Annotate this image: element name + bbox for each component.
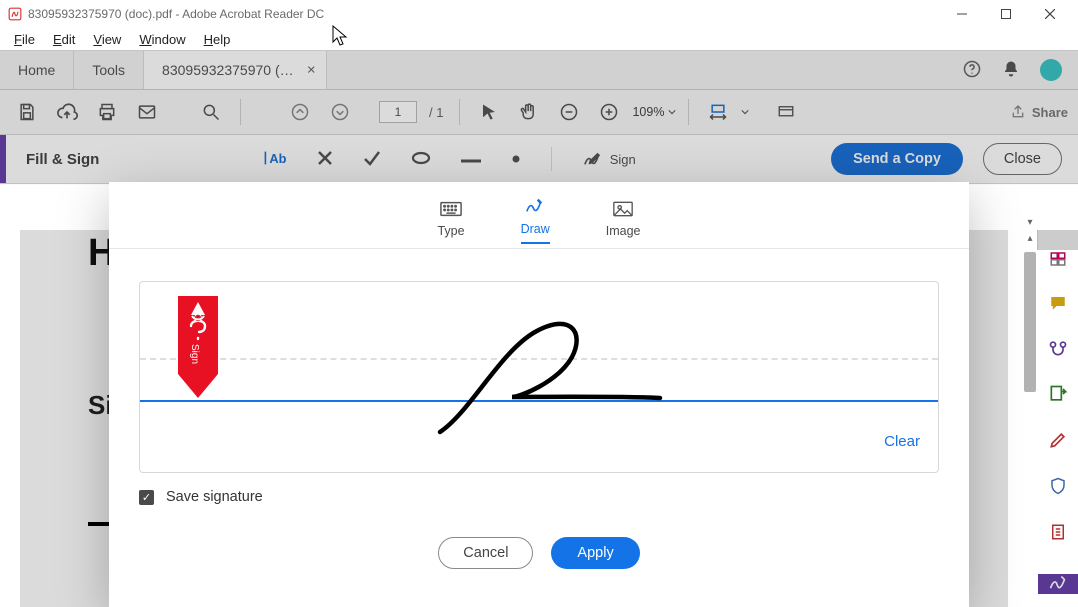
save-signature-checkbox[interactable]: ✓ (139, 490, 154, 505)
dialog-tab-image-label: Image (606, 224, 641, 238)
tab-close-icon[interactable]: × (307, 62, 316, 79)
titlebar: 83095932375970 (doc).pdf - Adobe Acrobat… (0, 0, 1078, 28)
signature-stroke (140, 282, 938, 472)
zoom-in-icon[interactable] (592, 95, 626, 129)
svg-text:Ab: Ab (269, 150, 286, 165)
fit-width-icon[interactable] (701, 95, 735, 129)
menu-help[interactable]: Help (196, 30, 239, 49)
scroll-up-arrow[interactable]: ▴ (1022, 230, 1038, 246)
window-minimize-button[interactable] (940, 0, 984, 28)
share-tracker-icon[interactable] (1047, 338, 1069, 358)
cross-tool-icon[interactable] (317, 150, 333, 169)
zoom-value: 109% (632, 105, 664, 119)
dialog-tab-type-label: Type (437, 224, 464, 238)
separator (459, 99, 460, 125)
line-tool-icon[interactable] (461, 152, 481, 167)
page-down-icon[interactable] (323, 95, 357, 129)
fillsign-accent (0, 135, 6, 183)
menu-edit[interactable]: Edit (45, 30, 83, 49)
text-tool-icon[interactable]: Ab (263, 149, 287, 170)
hand-tool-icon[interactable] (512, 95, 546, 129)
apply-button[interactable]: Apply (551, 537, 639, 569)
save-icon[interactable] (10, 95, 44, 129)
sign-tool[interactable]: Sign (582, 150, 636, 168)
draw-icon (524, 197, 546, 218)
sign-tool-label: Sign (610, 152, 636, 167)
compress-icon[interactable] (1047, 522, 1069, 542)
fillsign-rail-icon[interactable] (1038, 574, 1078, 594)
right-tools-rail (1037, 230, 1078, 250)
dialog-tab-image[interactable]: Image (606, 201, 641, 244)
tab-row: Home Tools 83095932375970 (… × (0, 50, 1078, 90)
page-up-icon[interactable] (283, 95, 317, 129)
organize-pages-icon[interactable] (1047, 250, 1069, 268)
share-button[interactable]: Share (1010, 104, 1068, 120)
fillsign-toolbar: Fill & Sign Ab Sign Send a Copy Close (0, 135, 1078, 184)
print-icon[interactable] (90, 95, 124, 129)
chevron-down-icon[interactable] (741, 108, 749, 116)
menu-file[interactable]: File (6, 30, 43, 49)
separator (240, 99, 241, 125)
select-tool-icon[interactable] (472, 95, 506, 129)
tab-tools[interactable]: Tools (74, 51, 144, 89)
page-total-label: / 1 (429, 105, 443, 120)
page-display-icon[interactable] (769, 95, 803, 129)
check-tool-icon[interactable] (363, 150, 381, 169)
comment-icon[interactable] (1047, 294, 1069, 312)
separator (688, 99, 689, 125)
zoom-dropdown[interactable]: 109% (632, 105, 676, 119)
zoom-out-icon[interactable] (552, 95, 586, 129)
svg-text:Sign: Sign (189, 344, 200, 364)
dialog-tab-type[interactable]: Type (437, 201, 464, 244)
dot-tool-icon[interactable] (511, 152, 521, 167)
email-icon[interactable] (130, 95, 164, 129)
close-fillsign-button[interactable]: Close (983, 143, 1062, 175)
cancel-button[interactable]: Cancel (438, 537, 533, 569)
image-icon (613, 201, 633, 220)
menubar: File Edit View Window Help (0, 28, 1078, 50)
tab-document[interactable]: 83095932375970 (… × (144, 51, 327, 89)
avatar[interactable] (1040, 59, 1062, 81)
tab-document-label: 83095932375970 (… (162, 62, 294, 78)
scrollbar-thumb[interactable] (1024, 252, 1036, 392)
share-label: Share (1032, 105, 1068, 120)
edit-pdf-icon[interactable] (1047, 430, 1069, 450)
scroll-down-arrow[interactable]: ▾ (1022, 214, 1038, 230)
fillsign-title: Fill & Sign (26, 151, 99, 168)
separator (551, 147, 552, 171)
signature-canvas[interactable]: Sign Clear (139, 281, 939, 473)
mouse-cursor-icon (332, 25, 348, 50)
clear-signature-link[interactable]: Clear (884, 433, 920, 450)
window-title: 83095932375970 (doc).pdf - Adobe Acrobat… (28, 7, 324, 21)
circle-tool-icon[interactable] (411, 151, 431, 168)
export-pdf-icon[interactable] (1047, 384, 1069, 404)
find-icon[interactable] (194, 95, 228, 129)
window-maximize-button[interactable] (984, 0, 1028, 28)
window-close-button[interactable] (1028, 0, 1072, 28)
main-toolbar: 1 / 1 109% Share (0, 90, 1078, 135)
page-number-input[interactable]: 1 (379, 101, 417, 123)
dialog-tab-draw[interactable]: Draw (521, 197, 550, 244)
help-icon[interactable] (962, 59, 982, 82)
keyboard-icon (440, 201, 462, 220)
save-signature-label: Save signature (166, 489, 263, 505)
protect-icon[interactable] (1047, 476, 1069, 496)
menu-window[interactable]: Window (131, 30, 193, 49)
send-a-copy-button[interactable]: Send a Copy (831, 143, 963, 175)
acrobat-app-icon (8, 7, 22, 21)
menu-view[interactable]: View (85, 30, 129, 49)
notifications-icon[interactable] (1002, 60, 1020, 81)
signature-dialog: Type Draw Image (109, 182, 969, 607)
cloud-upload-icon[interactable] (50, 95, 84, 129)
sign-here-ribbon: Sign (178, 296, 218, 400)
tab-home[interactable]: Home (0, 51, 74, 89)
dialog-tab-draw-label: Draw (521, 222, 550, 236)
app-body: Home Tools 83095932375970 (… × 1 / 1 (0, 50, 1078, 184)
